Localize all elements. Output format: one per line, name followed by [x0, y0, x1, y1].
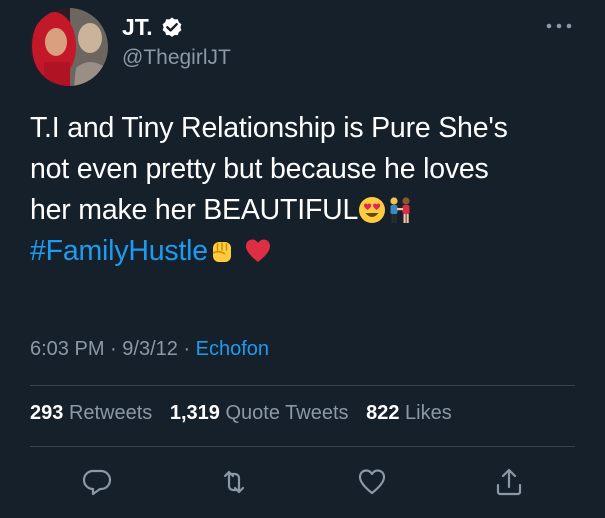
like-icon[interactable] — [356, 466, 388, 498]
more-options-icon[interactable] — [543, 16, 575, 36]
tweet-date[interactable]: 9/3/12 — [122, 338, 178, 360]
user-handle[interactable]: @ThegirlJT — [122, 46, 231, 70]
tweet-time[interactable]: 6:03 PM — [30, 338, 104, 360]
divider — [30, 385, 575, 386]
tweet-line: her make her BEAUTIFUL — [30, 190, 590, 231]
raised-fist-emoji — [212, 242, 231, 262]
retweet-icon[interactable] — [218, 466, 250, 498]
divider — [30, 446, 575, 447]
likes-count: 822 — [366, 402, 400, 424]
heart-eyes-emoji — [359, 197, 386, 223]
likes-label: Likes — [405, 402, 452, 424]
quote-tweets-count: 1,319 — [169, 402, 220, 424]
action-bar — [0, 462, 605, 506]
meta-separator: · — [110, 338, 123, 360]
tweet-stats: 293 Retweets 1,319 Quote Tweets 822 Like… — [30, 402, 464, 425]
tweet-line-text: her make her BEAUTIFUL — [30, 194, 359, 226]
likes-stat[interactable]: 822 Likes — [366, 402, 452, 424]
display-name[interactable]: JT. — [122, 14, 184, 41]
avatar[interactable] — [30, 8, 108, 86]
tweet-source-link[interactable]: Echofon — [196, 338, 269, 360]
tweet-line: not even pretty but because he loves — [30, 153, 489, 185]
retweets-label: Retweets — [68, 402, 153, 424]
retweets-stat[interactable]: 293 Retweets — [30, 402, 152, 424]
share-icon[interactable] — [493, 466, 525, 498]
quote-tweets-label: Quote Tweets — [225, 402, 349, 424]
verified-badge-icon — [162, 17, 182, 37]
hashtag-link[interactable]: #FamilyHustle — [30, 235, 208, 267]
tweet-line: #FamilyHustle — [30, 231, 590, 272]
reply-icon[interactable] — [81, 466, 113, 498]
meta-separator: · — [183, 338, 196, 360]
couple-emoji — [390, 197, 410, 223]
tweet-line: T.I and Tiny Relationship is Pure She's — [30, 112, 508, 144]
tweet-text: T.I and Tiny Relationship is Pure She's … — [30, 108, 590, 272]
tweet-meta: 6:03 PM · 9/3/12 · Echofon — [30, 338, 269, 361]
display-name-text: JT. — [122, 14, 153, 40]
red-heart-emoji — [245, 239, 270, 262]
retweets-count: 293 — [30, 402, 64, 424]
quote-tweets-stat[interactable]: 1,319 Quote Tweets — [170, 402, 349, 424]
